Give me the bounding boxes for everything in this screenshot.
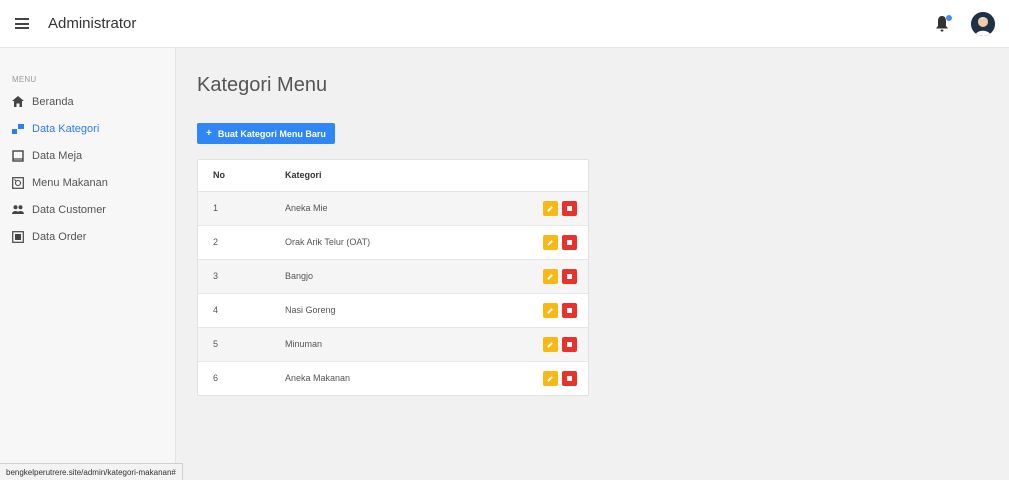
table-row: 2 Orak Arik Telur (OAT) [198,225,588,260]
user-avatar[interactable] [971,12,995,36]
edit-pencil-icon[interactable] [543,268,558,284]
plus-icon: + [206,128,212,139]
notification-dot [946,15,952,21]
sidebar-item-label: Data Order [32,230,87,243]
table-row: 4 Nasi Goreng [198,293,588,328]
delete-trash-icon[interactable] [562,302,577,318]
cell-no: 5 [198,327,270,362]
category-table: No Kategori 1 Aneka Mie 2 Orak Arik Telu… [198,160,588,395]
cell-no: 4 [198,293,270,328]
status-url: bengkelperutrere.site/admin/kategori-mak… [6,467,176,477]
page-title: Kategori Menu [197,74,328,96]
table-row: 3 Bangjo [198,259,588,294]
column-header-no: No [198,160,270,192]
delete-trash-icon[interactable] [562,336,577,352]
edit-pencil-icon[interactable] [543,336,558,352]
sidebar: MENU Beranda Data Kategori Data Meja Men… [0,48,176,480]
delete-trash-icon[interactable] [562,268,577,284]
create-category-button-label: Buat Kategori Menu Baru [217,128,326,139]
sidebar-item-data-order[interactable]: Data Order [0,223,175,250]
edit-pencil-icon[interactable] [543,234,558,250]
cell-actions [464,361,588,395]
sidebar-item-data-meja[interactable]: Data Meja [0,142,175,169]
edit-pencil-icon[interactable] [543,302,558,318]
sidebar-item-menu-makanan[interactable]: Menu Makanan [0,169,175,196]
edit-pencil-icon[interactable] [543,370,558,386]
cell-no: 2 [198,225,270,260]
cell-kategori: Aneka Makanan [285,373,351,384]
table-icon [12,149,24,162]
sidebar-item-beranda[interactable]: Beranda [0,88,175,115]
delete-trash-icon[interactable] [562,200,577,216]
table-row: 1 Aneka Mie [198,191,588,226]
sidebar-section-label: MENU [12,75,37,84]
top-bar: Administrator [0,0,1009,48]
table-row: 6 Aneka Makanan [198,361,588,395]
cell-kategori: Bangjo [270,259,465,294]
cell-kategori: Orak Arik Telur (OAT) [270,225,465,260]
cell-kategori: Nasi Goreng [270,293,465,328]
app-title: Administrator [48,15,137,32]
table-header-row: No Kategori [198,160,588,192]
browser-status-bar: bengkelperutrere.site/admin/kategori-mak… [0,463,183,480]
sidebar-item-label: Data Meja [32,149,83,162]
cell-no: 1 [198,191,270,226]
sidebar-item-label: Beranda [32,95,74,108]
sidebar-item-label: Data Kategori [32,122,100,135]
table-row: 5 Minuman [198,327,588,362]
order-icon [12,230,24,243]
sidebar-item-data-customer[interactable]: Data Customer [0,196,175,223]
cell-kategori: Minuman [270,327,465,362]
column-header-actions [464,160,588,192]
delete-trash-icon[interactable] [562,234,577,250]
hamburger-menu-icon[interactable] [15,18,29,29]
food-menu-icon [12,176,24,189]
category-icon [12,123,24,135]
category-table-card: No Kategori 1 Aneka Mie 2 Orak Arik Telu… [197,159,589,396]
cell-kategori: Aneka Mie [270,191,465,226]
cell-actions [464,293,588,328]
cell-actions [464,327,588,362]
sidebar-item-label: Data Customer [32,203,106,216]
delete-trash-icon[interactable] [562,370,577,386]
create-category-button[interactable]: + Buat Kategori Menu Baru [197,123,335,144]
home-icon [12,96,24,108]
cell-no: 6 [213,373,219,384]
edit-pencil-icon[interactable] [543,200,558,216]
main-content: Kategori Menu + Buat Kategori Menu Baru … [177,48,1009,480]
sidebar-item-label: Menu Makanan [32,176,108,189]
notification-bell-icon[interactable] [935,15,952,33]
cell-actions [464,191,588,226]
cell-no: 3 [198,259,270,294]
sidebar-item-data-kategori[interactable]: Data Kategori [0,115,175,142]
cell-actions [464,259,588,294]
cell-actions [464,225,588,260]
column-header-kategori: Kategori [270,160,465,192]
people-icon [12,204,24,216]
